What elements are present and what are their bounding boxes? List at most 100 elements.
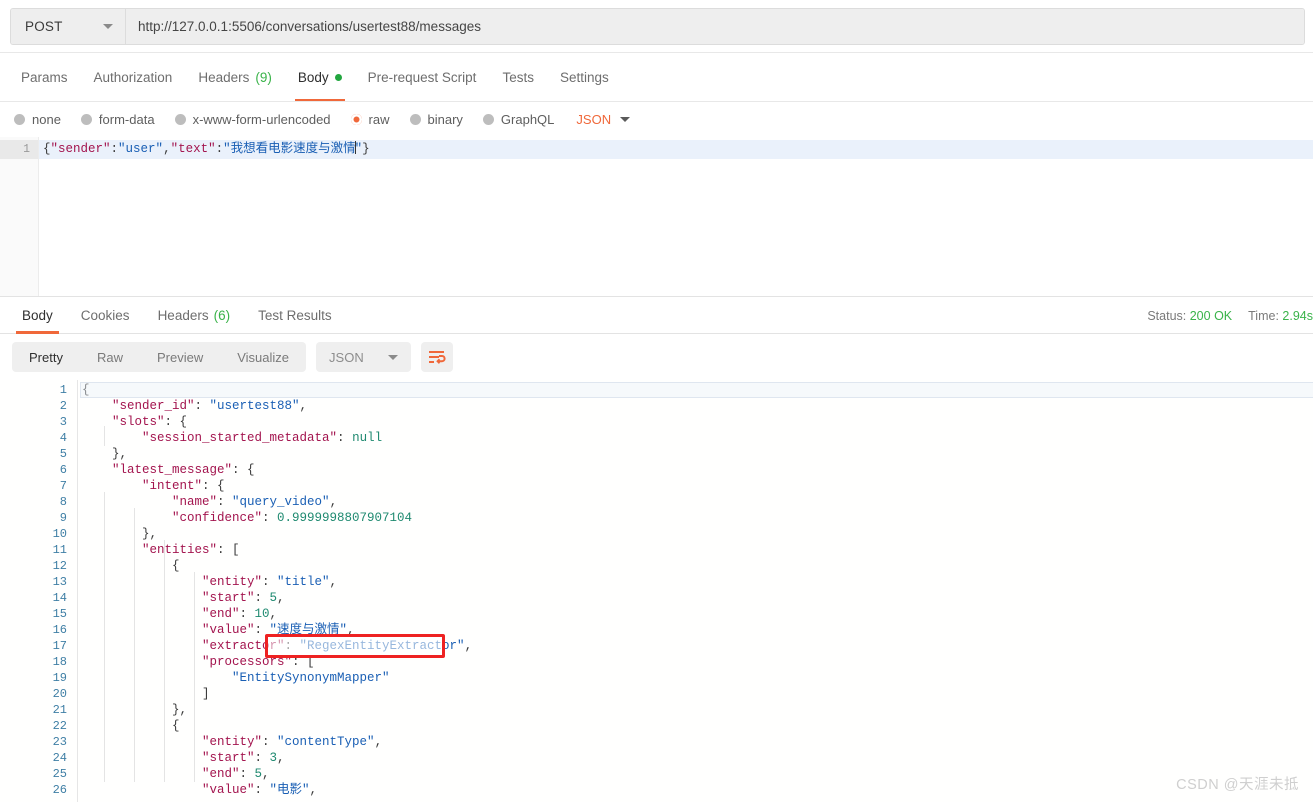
response-code-tokens: },: [112, 447, 128, 461]
body-mode-graphql[interactable]: GraphQL: [482, 112, 554, 127]
view-mode-pretty-label: Pretty: [29, 349, 63, 365]
postman-window: POST http://127.0.0.1:5506/conversations…: [0, 0, 1313, 802]
url-input[interactable]: http://127.0.0.1:5506/conversations/user…: [126, 9, 1304, 44]
response-line-number: 19: [52, 671, 67, 685]
response-tab-test-results[interactable]: Test Results: [244, 297, 346, 334]
response-code-line[interactable]: "value": "电影",: [78, 782, 1313, 798]
response-line-number: 15: [52, 607, 67, 621]
response-code-tokens: "end": 5,: [202, 767, 270, 781]
request-code-area[interactable]: {"sender":"user","text":"我想看电影速度与激情"}: [39, 137, 1313, 296]
body-mode-none[interactable]: none: [14, 112, 61, 127]
response-code-line[interactable]: "value": "速度与激情",: [78, 622, 1313, 638]
tab-headers-count: (9): [255, 69, 272, 85]
body-mode-binary[interactable]: binary: [409, 112, 463, 127]
view-mode-preview[interactable]: Preview: [140, 342, 220, 372]
body-format-dropdown[interactable]: JSON: [576, 111, 631, 127]
response-code-line[interactable]: "intent": {: [78, 478, 1313, 494]
response-line-number: 3: [59, 415, 67, 429]
response-code-tokens: "value": "电影",: [202, 783, 318, 797]
response-view-mode-group: Pretty Raw Preview Visualize: [12, 342, 307, 372]
tab-settings-label: Settings: [559, 69, 609, 85]
response-line-number: 18: [52, 655, 67, 669]
body-mode-selector: none form-data x-www-form-urlencoded raw…: [0, 102, 1313, 136]
response-tab-cookies[interactable]: Cookies: [67, 297, 144, 334]
response-code-line[interactable]: "session_started_metadata": null: [78, 430, 1313, 446]
response-code-line[interactable]: "start": 3,: [78, 750, 1313, 766]
tab-pre-request-script-label: Pre-request Script: [367, 69, 477, 85]
response-code-tokens: "intent": {: [142, 479, 225, 493]
status-badge: Status: 200 OK: [1147, 309, 1232, 323]
tab-headers[interactable]: Headers (9): [185, 53, 285, 101]
response-tab-body[interactable]: Body: [8, 297, 67, 334]
response-code-line[interactable]: },: [78, 702, 1313, 718]
response-code-line[interactable]: "latest_message": {: [78, 462, 1313, 478]
response-line-number: 22: [52, 719, 67, 733]
tab-tests[interactable]: Tests: [489, 53, 547, 101]
response-code-line[interactable]: "end": 10,: [78, 606, 1313, 622]
response-line-number: 11: [52, 543, 67, 557]
response-code-line[interactable]: "name": "query_video",: [78, 494, 1313, 510]
response-code-tokens: {: [82, 383, 90, 397]
body-mode-urlencoded-label: x-www-form-urlencoded: [192, 111, 331, 127]
view-mode-raw[interactable]: Raw: [80, 342, 140, 372]
response-line-number: 6: [59, 463, 67, 477]
response-tab-headers[interactable]: Headers (6): [144, 297, 245, 334]
response-code-tokens: "EntitySynonymMapper": [232, 671, 390, 685]
response-code-tokens: },: [142, 527, 158, 541]
response-code-tokens: "start": 3,: [202, 751, 285, 765]
view-mode-pretty[interactable]: Pretty: [12, 342, 80, 372]
time-badge: Time: 2.94s: [1248, 309, 1313, 323]
tab-settings[interactable]: Settings: [547, 53, 622, 101]
response-code-line[interactable]: "entity": "contentType",: [78, 734, 1313, 750]
json-key-text: "text": [170, 142, 216, 156]
response-code-area[interactable]: {"sender_id": "usertest88", "slots": {"se…: [78, 380, 1313, 802]
response-body-viewer[interactable]: 1 2 3 4 5 6 7 8 9 10 11 12 13 14 15 16 17 18 19 20 21 22 23 24 2…: [0, 380, 1313, 802]
body-mode-raw[interactable]: raw: [350, 112, 390, 127]
response-code-line[interactable]: "processors": [: [78, 654, 1313, 670]
request-url-bar: POST http://127.0.0.1:5506/conversations…: [0, 0, 1313, 53]
body-mode-form-data[interactable]: form-data: [80, 112, 155, 127]
json-colon-2: :: [215, 142, 224, 156]
request-body-editor[interactable]: 1 {"sender":"user","text":"我想看电影速度与激情"}: [0, 137, 1313, 297]
body-mode-urlencoded[interactable]: x-www-form-urlencoded: [174, 111, 331, 127]
view-mode-visualize[interactable]: Visualize: [220, 342, 306, 372]
response-code-line[interactable]: },: [78, 526, 1313, 542]
tab-authorization[interactable]: Authorization: [81, 53, 186, 101]
response-code-line[interactable]: "EntitySynonymMapper": [78, 670, 1313, 686]
response-code-line[interactable]: "end": 5,: [78, 766, 1313, 782]
response-code-line[interactable]: "sender_id": "usertest88",: [78, 398, 1313, 414]
radio-urlencoded-icon: [174, 113, 186, 125]
response-code-line[interactable]: "extractor": "RegexEntityExtractor",: [78, 638, 1313, 654]
request-body-line-1[interactable]: {"sender":"user","text":"我想看电影速度与激情"}: [39, 140, 1313, 159]
response-code-line[interactable]: {: [78, 382, 1313, 398]
response-code-line[interactable]: "entity": "title",: [78, 574, 1313, 590]
response-tab-headers-count: (6): [213, 307, 231, 323]
response-line-number: 5: [59, 447, 67, 461]
tab-body[interactable]: Body: [285, 53, 355, 101]
response-line-number: 16: [52, 623, 67, 637]
response-code-tokens: "start": 5,: [202, 591, 285, 605]
response-code-tokens: {: [172, 719, 180, 733]
response-code-line[interactable]: "start": 5,: [78, 590, 1313, 606]
response-code-tokens: "value": "速度与激情",: [202, 623, 355, 637]
response-code-tokens: ]: [202, 687, 210, 701]
response-line-number: 8: [59, 495, 67, 509]
http-method-dropdown[interactable]: POST: [11, 9, 126, 44]
response-code-line[interactable]: {: [78, 718, 1313, 734]
tab-params[interactable]: Params: [8, 53, 81, 101]
response-code-line[interactable]: "entities": [: [78, 542, 1313, 558]
response-code-line[interactable]: },: [78, 446, 1313, 462]
response-code-line[interactable]: "slots": {: [78, 414, 1313, 430]
response-code-line[interactable]: ]: [78, 686, 1313, 702]
response-format-dropdown[interactable]: JSON: [316, 342, 411, 372]
response-code-line[interactable]: "confidence": 0.9999998807907104: [78, 510, 1313, 526]
body-format-label: JSON: [576, 111, 612, 127]
tab-pre-request-script[interactable]: Pre-request Script: [355, 53, 490, 101]
response-code-tokens: "name": "query_video",: [172, 495, 338, 509]
radio-binary-icon: [409, 113, 421, 125]
word-wrap-button[interactable]: [420, 342, 453, 372]
response-code-tokens: {: [172, 559, 180, 573]
response-line-number: 20: [52, 687, 67, 701]
body-modified-dot-icon: [334, 73, 342, 81]
response-code-line[interactable]: {: [78, 558, 1313, 574]
